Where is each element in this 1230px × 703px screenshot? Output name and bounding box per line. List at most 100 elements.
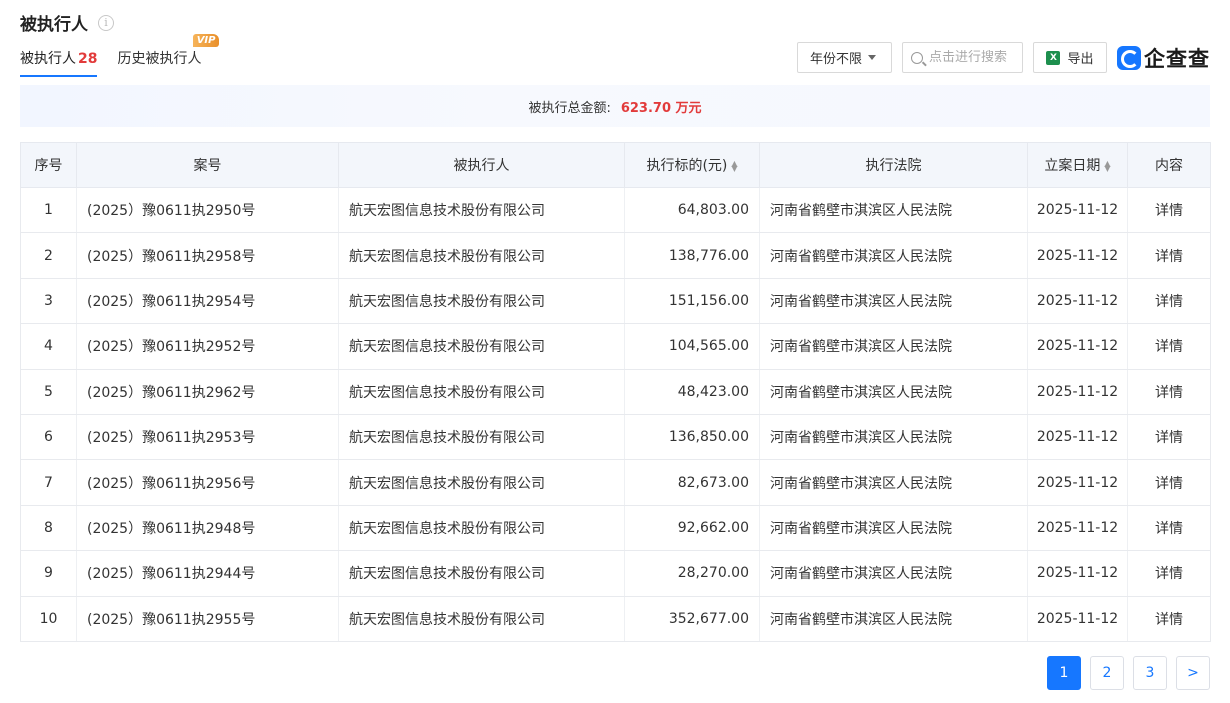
cell-case-number[interactable]: (2025）豫0611执2956号 [76, 459, 339, 506]
tab-label: 被执行人 [20, 51, 76, 67]
cell-amount: 151,156.00 [624, 277, 760, 325]
cell-court: 河南省鹤壁市淇滨区人民法院 [759, 550, 1028, 597]
cell-court: 河南省鹤壁市淇滨区人民法院 [759, 413, 1028, 461]
cell-case-number[interactable]: (2025）豫0611执2952号 [76, 323, 339, 370]
detail-link[interactable]: 详情 [1127, 368, 1211, 415]
cell-index: 5 [20, 368, 77, 415]
next-page-button[interactable]: > [1176, 656, 1210, 690]
table-row: 1 (2025）豫0611执2950号 航天宏图信息技术股份有限公司 64,803.0… [20, 186, 1211, 234]
detail-link[interactable]: 详情 [1127, 595, 1211, 642]
table-row: 5 (2025）豫0611执2962号 航天宏图信息技术股份有限公司 48,423.0… [20, 368, 1211, 415]
table-row: 3 (2025）豫0611执2954号 航天宏图信息技术股份有限公司 151,156.… [20, 277, 1211, 325]
cell-party-link[interactable]: 航天宏图信息技术股份有限公司 [338, 368, 625, 415]
cell-amount: 352,677.00 [624, 595, 760, 642]
cell-case-number: (2025）豫0611执2948号 [76, 504, 339, 552]
sort-icon[interactable]: ▲ ▼ [1104, 160, 1110, 173]
excel-icon: X [1046, 50, 1061, 65]
cell-amount: 136,850.00 [624, 413, 760, 461]
pagination: 1 2 3 > [1038, 656, 1210, 690]
cell-case-number[interactable]: (2025）豫0611执2953号 [76, 413, 339, 461]
cell-party-link[interactable]: 航天宏图信息技术股份有限公司 [338, 323, 625, 370]
year-filter-dropdown[interactable]: 年份不限 [797, 42, 892, 73]
title-row: 被执行人 i [20, 10, 114, 35]
cell-amount: 64,803.00 [624, 186, 760, 234]
cell-date: 2025-11-12 [1027, 413, 1128, 461]
cell-date: 2025-11-12 [1027, 368, 1128, 415]
caret-down-icon [868, 55, 877, 60]
detail-link[interactable]: 详情 [1127, 550, 1211, 597]
cell-index: 4 [20, 323, 77, 370]
cell-party-link[interactable]: 航天宏图信息技术股份有限公司 [338, 232, 625, 279]
col-header-case: 案号 [76, 142, 339, 188]
cell-party-link[interactable]: 航天宏图信息技术股份有限公司 [338, 186, 625, 234]
search-box[interactable] [902, 42, 1023, 73]
table-row: 10 (2025）豫0611执2955号 航天宏图信息技术股份有限公司 352,677… [20, 595, 1211, 642]
toolbar: 年份不限 X 导出 企查查 [797, 42, 1210, 73]
table-row: 2 (2025）豫0611执2958号 航天宏图信息技术股份有限公司 138,776.… [20, 232, 1211, 279]
table-row: 9 (2025）豫0611执2944号 航天宏图信息技术股份有限公司 28,270.0… [20, 550, 1211, 597]
cell-case-number: (2025）豫0611执2958号 [76, 232, 339, 279]
brand-name: 企查查 [1144, 46, 1210, 71]
col-header-date[interactable]: 立案日期 ▲ ▼ [1027, 142, 1128, 188]
cell-case-number[interactable]: (2025）豫0611执2954号 [76, 277, 339, 325]
detail-link[interactable]: 详情 [1127, 277, 1211, 325]
col-header-amount[interactable]: 执行标的(元) ▲ ▼ [624, 142, 760, 188]
col-header-party: 被执行人 [338, 142, 625, 188]
summary-banner: 被执行总金额: 623.70 万元 [20, 85, 1210, 127]
export-label: 导出 [1067, 52, 1094, 67]
export-button[interactable]: X 导出 [1033, 42, 1107, 73]
brand-logo: 企查查 [1117, 43, 1210, 73]
cell-party-link[interactable]: 航天宏图信息技术股份有限公司 [338, 550, 625, 597]
cell-party-link[interactable]: 航天宏图信息技术股份有限公司 [338, 504, 625, 552]
cell-case-number: (2025）豫0611执2962号 [76, 368, 339, 415]
cell-index: 6 [20, 413, 77, 461]
cell-index: 7 [20, 459, 77, 506]
summary-amount: 623.70 万元 [620, 100, 702, 116]
cell-court: 河南省鹤壁市淇滨区人民法院 [759, 595, 1028, 642]
col-header-date-label: 立案日期 [1044, 158, 1101, 174]
cell-case-number[interactable]: (2025）豫0611执2955号 [76, 595, 339, 642]
search-input[interactable] [929, 50, 1021, 65]
tab-history-executed-persons[interactable]: 历史被执行人 VIP [117, 34, 220, 74]
cell-court: 河南省鹤壁市淇滨区人民法院 [759, 277, 1028, 325]
page-button-3[interactable]: 3 [1133, 656, 1167, 690]
cell-court: 河南省鹤壁市淇滨区人民法院 [759, 232, 1028, 279]
cell-court: 河南省鹤壁市淇滨区人民法院 [759, 186, 1028, 234]
cell-party-link[interactable]: 航天宏图信息技术股份有限公司 [338, 459, 625, 506]
cell-date: 2025-11-12 [1027, 186, 1128, 234]
table-row: 8 (2025）豫0611执2948号 航天宏图信息技术股份有限公司 92,662.0… [20, 504, 1211, 552]
table-row: 4 (2025）豫0611执2952号 航天宏图信息技术股份有限公司 104,565.… [20, 323, 1211, 370]
tab-bar: 被执行人 28 历史被执行人 VIP [20, 34, 221, 77]
qichacha-logo-icon [1117, 45, 1141, 70]
detail-link[interactable]: 详情 [1127, 413, 1211, 461]
sort-icon[interactable]: ▲ ▼ [731, 160, 737, 173]
cell-index: 9 [20, 550, 77, 597]
search-icon [911, 51, 923, 64]
cell-amount: 82,673.00 [624, 459, 760, 506]
cell-party-link[interactable]: 航天宏图信息技术股份有限公司 [338, 595, 625, 642]
page-button-1[interactable]: 1 [1047, 656, 1081, 690]
cell-amount: 28,270.00 [624, 550, 760, 597]
col-header-index: 序号 [20, 142, 77, 188]
table-header-row: 序号 案号 被执行人 执行标的(元) ▲ ▼ 执行法院 立案日期 ▲ ▼ 内容 [20, 142, 1211, 188]
col-header-amount-label: 执行标的(元) [646, 158, 728, 174]
executed-persons-table: 序号 案号 被执行人 执行标的(元) ▲ ▼ 执行法院 立案日期 ▲ ▼ 内容 1 (20… [20, 142, 1211, 642]
detail-link[interactable]: 详情 [1127, 459, 1211, 506]
cell-party-link[interactable]: 航天宏图信息技术股份有限公司 [338, 413, 625, 461]
cell-date: 2025-11-12 [1027, 595, 1128, 642]
detail-link[interactable]: 详情 [1127, 232, 1211, 279]
info-icon[interactable]: i [98, 14, 114, 31]
detail-link[interactable]: 详情 [1127, 323, 1211, 370]
tab-executed-persons[interactable]: 被执行人 28 [20, 48, 98, 77]
cell-court: 河南省鹤壁市淇滨区人民法院 [759, 459, 1028, 506]
page-button-2[interactable]: 2 [1090, 656, 1124, 690]
detail-link[interactable]: 详情 [1127, 186, 1211, 234]
cell-date: 2025-11-12 [1027, 232, 1128, 279]
detail-link[interactable]: 详情 [1127, 504, 1211, 552]
cell-party-link[interactable]: 航天宏图信息技术股份有限公司 [338, 277, 625, 325]
vip-badge: VIP [192, 34, 220, 47]
cell-index: 2 [20, 232, 77, 279]
page-title: 被执行人 [20, 15, 88, 35]
cell-index: 8 [20, 504, 77, 552]
cell-case-number: (2025）豫0611执2950号 [76, 186, 339, 234]
